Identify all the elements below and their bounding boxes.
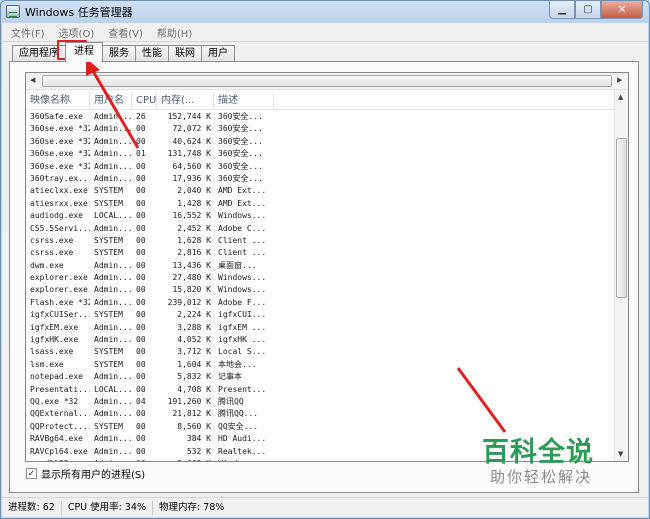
watermark-subtitle: 助你轻松解决 [490,468,593,486]
watermark-title: 百科全说 [482,437,594,468]
tab-processes[interactable]: 进程 [65,42,103,62]
arrow-to-process-tab [86,58,140,149]
baike-watermark: 百科全说 助你轻松解决 [462,426,622,494]
arrow-to-watermark [456,367,507,433]
